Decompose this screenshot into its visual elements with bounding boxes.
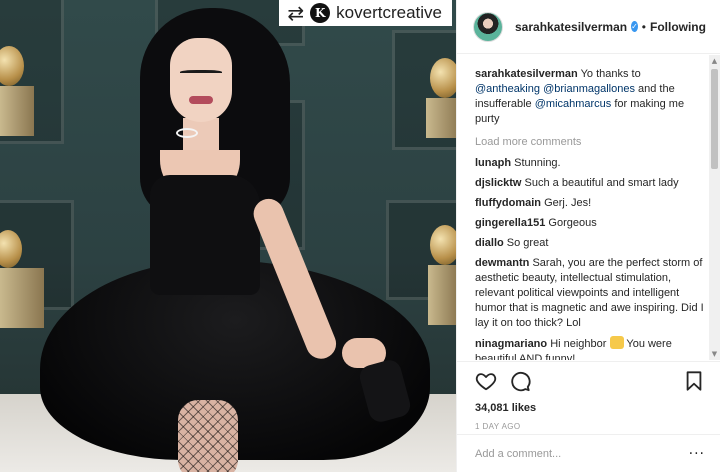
- bookmark-icon[interactable]: [683, 370, 705, 392]
- avatar[interactable]: [473, 11, 503, 42]
- comments-list[interactable]: sarahkatesilverman Yo thanks to @antheak…: [457, 55, 709, 360]
- mention-brianmagallones[interactable]: @brianmagallones: [543, 83, 635, 95]
- scrollbar-thumb[interactable]: [711, 69, 718, 169]
- likes-count[interactable]: 34,081 likes: [475, 402, 705, 414]
- post-sidebar: sarahkatesilverman ✓ • Following sarahka…: [456, 0, 720, 472]
- add-comment-bar: ···: [457, 434, 720, 472]
- header-username[interactable]: sarahkatesilverman: [515, 20, 627, 34]
- comment-item: gingerella151 Gorgeous: [475, 216, 709, 231]
- add-comment-input[interactable]: [475, 447, 689, 460]
- scroll-up-arrow-icon[interactable]: ▲: [709, 55, 720, 67]
- following-button[interactable]: Following: [650, 20, 706, 34]
- comment-text: Stunning.: [514, 157, 561, 169]
- comment-bubble-icon[interactable]: [509, 370, 531, 392]
- comment-item: djslicktw Such a beautiful and smart lad…: [475, 176, 709, 191]
- post-caption: sarahkatesilverman Yo thanks to @antheak…: [475, 67, 709, 127]
- comment-username[interactable]: lunaph: [475, 157, 511, 169]
- post-actions: 34,081 likes 1 DAY AGO: [457, 361, 720, 431]
- face: [170, 38, 232, 122]
- comment-username[interactable]: gingerella151: [475, 217, 545, 229]
- post-header: sarahkatesilverman ✓ • Following: [457, 0, 720, 54]
- mention-micahmarcus[interactable]: @micahmarcus: [535, 98, 612, 110]
- post-timestamp[interactable]: 1 DAY AGO: [475, 422, 705, 431]
- fishnet-leg: [178, 400, 238, 472]
- scroll-down-arrow-icon[interactable]: ▼: [709, 348, 720, 360]
- more-options-icon[interactable]: ···: [689, 446, 705, 462]
- comment-text: Such a beautiful and smart lady: [524, 177, 679, 189]
- comment-username[interactable]: djslicktw: [475, 177, 521, 189]
- comment-username[interactable]: fluffydomain: [475, 197, 541, 209]
- action-row: [475, 370, 705, 392]
- caption-text-1: Yo thanks to: [580, 68, 641, 80]
- verified-badge-icon: ✓: [631, 21, 638, 32]
- load-more-comments-button[interactable]: Load more comments: [475, 136, 709, 148]
- repost-arrows-icon: ⇄: [287, 1, 305, 25]
- comment-item: ninagmariano Hi neighbor You were beauti…: [475, 336, 709, 360]
- repost-account-name: kovertcreative: [336, 3, 442, 22]
- lips: [189, 96, 213, 104]
- comment-text: So great: [506, 237, 549, 249]
- choker-necklace: [176, 128, 198, 138]
- comment-text: Gorgeous: [548, 217, 597, 229]
- woman-raising-hand-emoji-icon: [609, 336, 624, 349]
- repost-badge: ⇄ K kovertcreative: [279, 0, 452, 26]
- comment-username[interactable]: diallo: [475, 237, 504, 249]
- comment-item: diallo So great: [475, 236, 709, 251]
- eyes: [180, 70, 222, 75]
- dress-bodice: [150, 175, 260, 295]
- heart-icon[interactable]: [475, 370, 497, 392]
- caption-username[interactable]: sarahkatesilverman: [475, 68, 578, 80]
- comment-text: Hi neighbor: [550, 338, 610, 350]
- kovert-logo: K: [310, 3, 331, 23]
- comment-username[interactable]: ninagmariano: [475, 338, 547, 350]
- comment-item: dewmantn Sarah, you are the perfect stor…: [475, 256, 709, 331]
- comment-item: lunaph Stunning.: [475, 156, 709, 171]
- post-photo[interactable]: ⇄ K kovertcreative: [0, 0, 456, 472]
- comment-username[interactable]: dewmantn: [475, 257, 529, 269]
- comment-text: Gerj. Jes!: [544, 197, 592, 209]
- header-separator: •: [641, 19, 646, 34]
- comments-scrollbar[interactable]: ▲ ▼: [709, 55, 720, 360]
- mention-antheaking[interactable]: @antheaking: [475, 83, 540, 95]
- comment-item: fluffydomain Gerj. Jes!: [475, 196, 709, 211]
